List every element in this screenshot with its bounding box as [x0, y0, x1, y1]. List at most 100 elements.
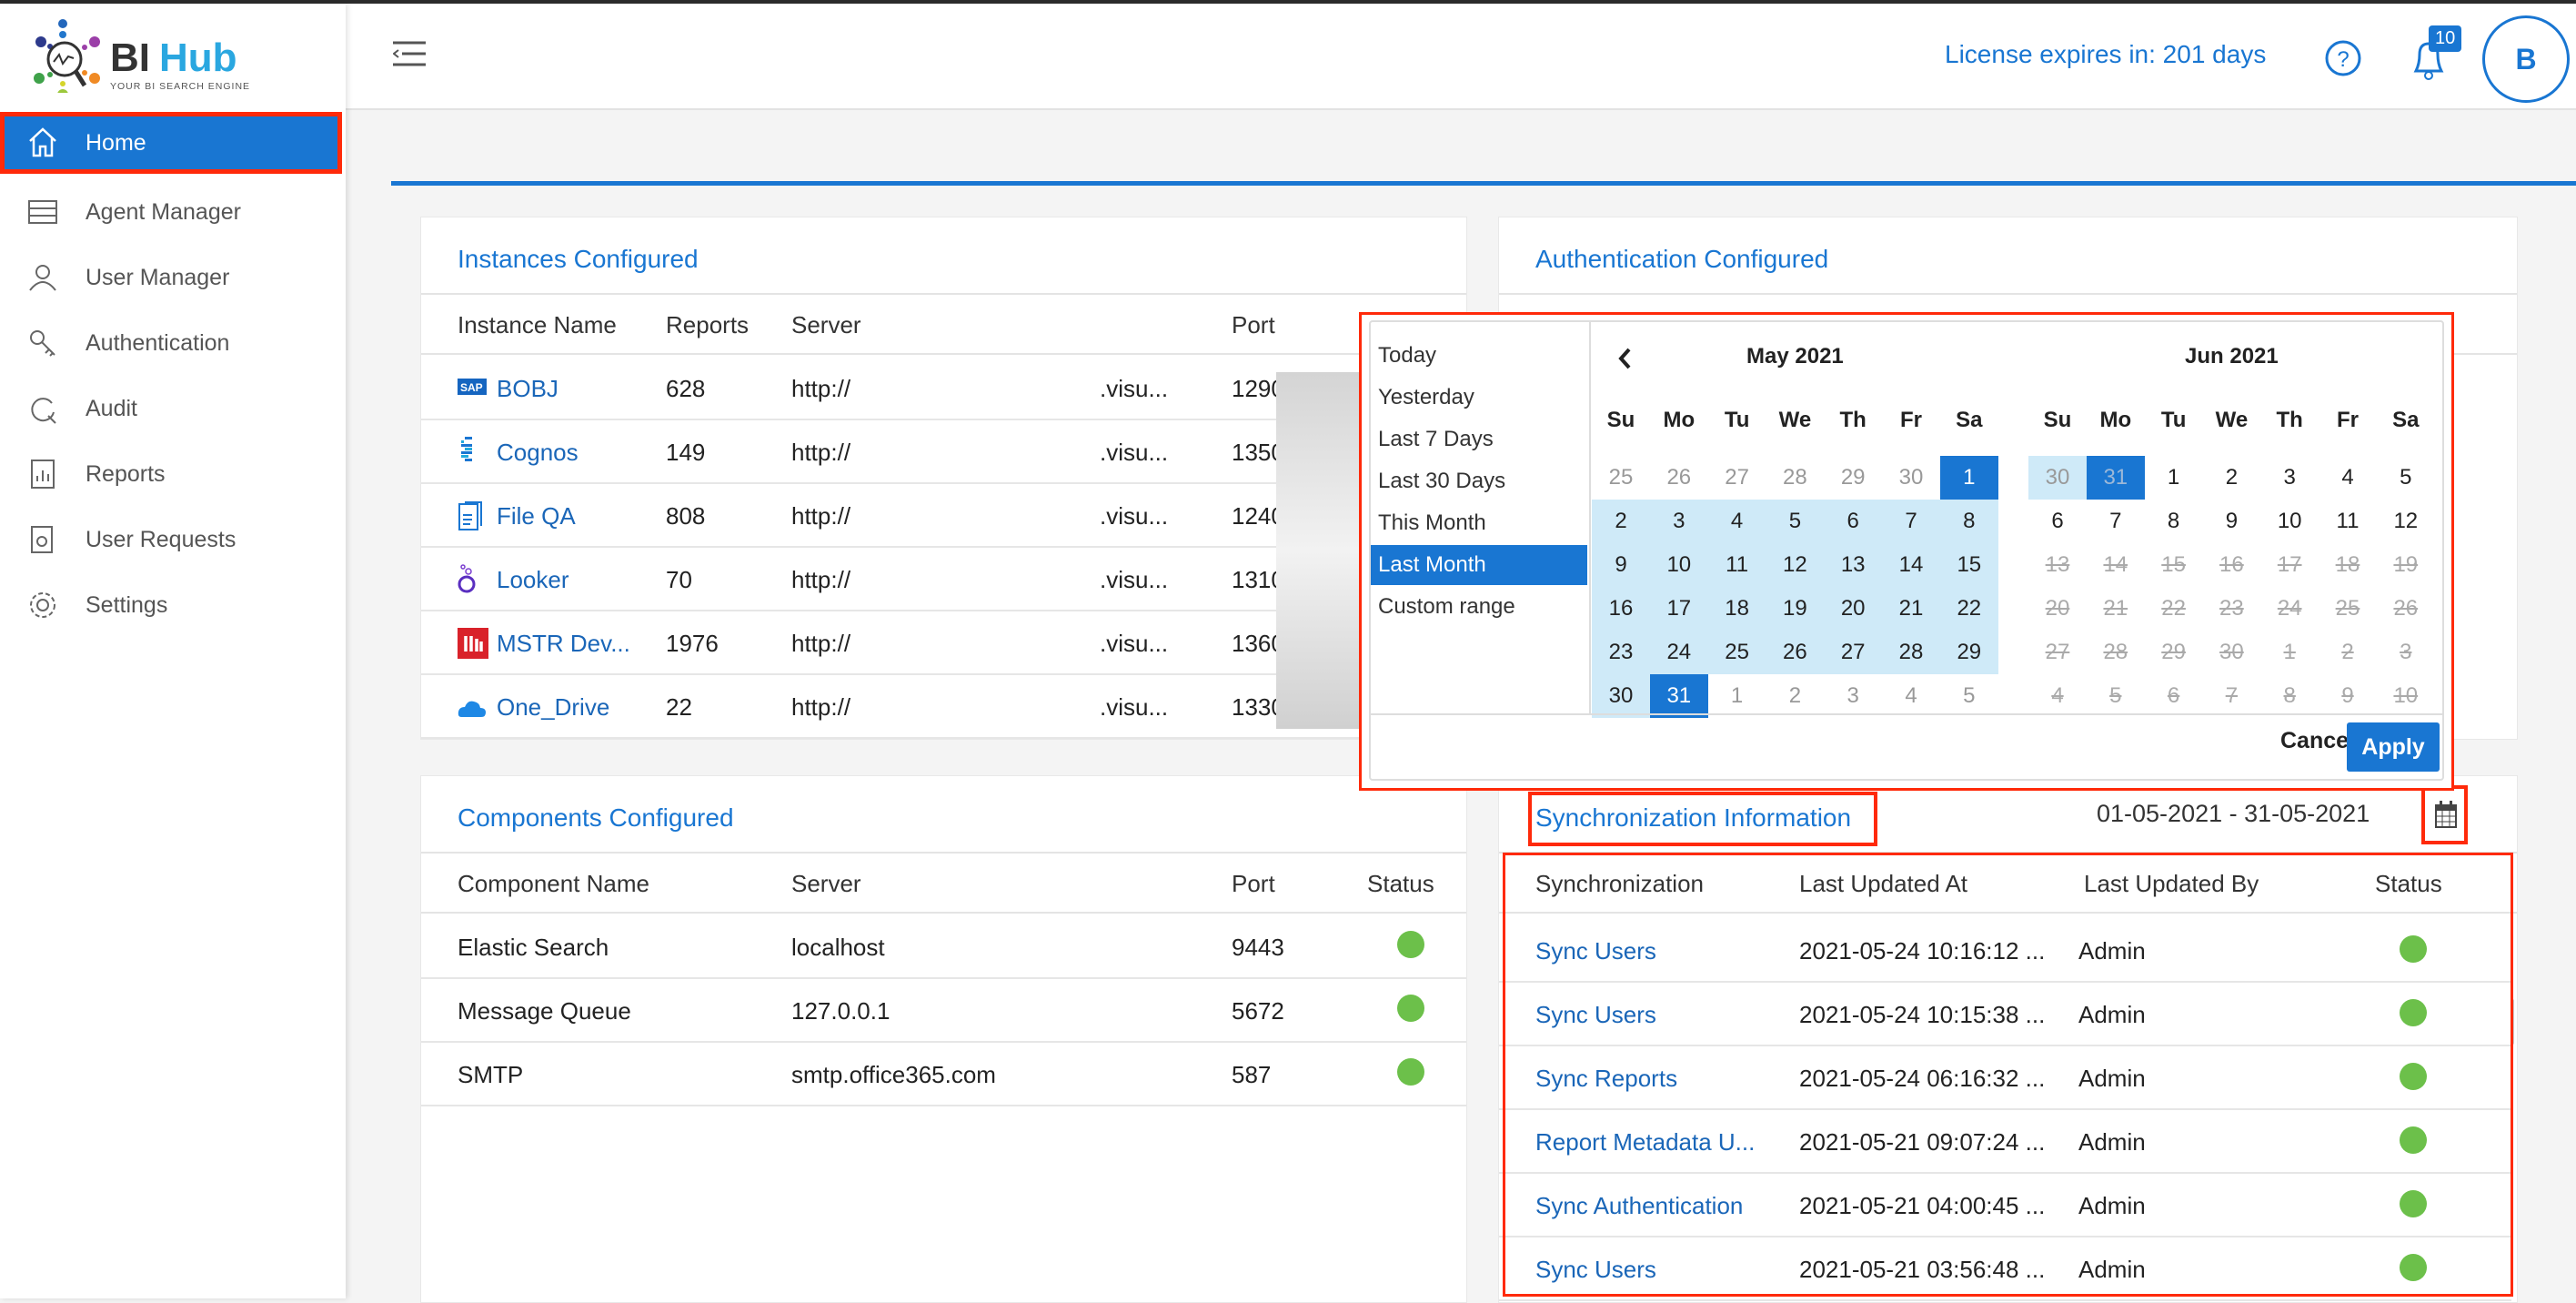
range-option-last-30-days[interactable]: Last 30 Days [1371, 461, 1587, 501]
range-option-today[interactable]: Today [1371, 336, 1587, 376]
calendar-day[interactable]: 24 [1649, 631, 1708, 674]
calendar-day[interactable]: 25 [1592, 456, 1650, 500]
sidebar-item-agent-manager[interactable]: Agent Manager [0, 181, 342, 243]
calendar-day[interactable]: 20 [1824, 587, 1883, 631]
calendar-day[interactable]: 21 [1882, 587, 1940, 631]
calendar-day[interactable]: 18 [1707, 587, 1766, 631]
calendar-day: 6 [2167, 683, 2180, 708]
calendar-day[interactable]: 4 [1882, 674, 1940, 718]
cancel-button[interactable]: Cancel [2280, 728, 2355, 754]
sidebar-item-settings[interactable]: Settings [0, 574, 342, 636]
calendar-day[interactable]: 8 [2145, 500, 2203, 543]
calendar-day[interactable]: 9 [1592, 543, 1650, 587]
calendar-day[interactable]: 27 [1708, 456, 1766, 500]
calendar-day[interactable]: 3 [1649, 500, 1708, 543]
sync-last-updated-at: 2021-05-21 04:00:45 ... [1799, 1192, 2046, 1219]
calendar-day[interactable]: 16 [1592, 587, 1650, 631]
apply-button[interactable]: Apply [2347, 722, 2440, 772]
instance-name-link[interactable]: File QA [497, 502, 576, 530]
calendar-day[interactable]: 9 [2202, 500, 2260, 543]
calendar-day[interactable]: 26 [1766, 631, 1825, 674]
calendar-day: 7 [2225, 683, 2239, 708]
weekday-label: Sa [1956, 408, 1983, 432]
calendar-day[interactable]: 22 [1939, 587, 1998, 631]
range-option-custom-range[interactable]: Custom range [1371, 587, 1587, 627]
calendar-day[interactable]: 29 [1939, 631, 1998, 674]
calendar-day[interactable]: 27 [1824, 631, 1883, 674]
instance-name-link[interactable]: BOBJ [497, 375, 558, 403]
calendar-day[interactable]: 1 [1708, 674, 1766, 718]
range-option-last-7-days[interactable]: Last 7 Days [1371, 419, 1587, 460]
calendar-day[interactable]: 30 [2028, 456, 2087, 500]
calendar-day[interactable]: 5 [2377, 456, 2435, 500]
user-avatar[interactable]: B [2482, 15, 2570, 103]
prev-month-icon[interactable] [1616, 346, 1635, 376]
calendar-day[interactable]: 26 [1650, 456, 1708, 500]
instance-name-link[interactable]: Looker [497, 566, 569, 594]
calendar-day[interactable]: 4 [2319, 456, 2377, 500]
calendar-day[interactable]: 12 [1766, 543, 1825, 587]
sap-icon: SAP [458, 373, 488, 409]
bihub-logo[interactable]: BI Hub YOUR BI SEARCH ENGINE [23, 16, 259, 100]
calendar-day[interactable]: 28 [1766, 456, 1824, 500]
calendar-day[interactable]: 29 [1824, 456, 1882, 500]
calendar-day[interactable]: 23 [1592, 631, 1650, 674]
calendar-day[interactable]: 14 [1882, 543, 1940, 587]
sync-name-link[interactable]: Report Metadata U... [1535, 1128, 1755, 1157]
calendar-day[interactable]: 2 [1592, 500, 1650, 543]
calendar-day[interactable]: 2 [2202, 456, 2260, 500]
help-icon[interactable]: ? [2324, 39, 2362, 82]
sidebar-item-reports[interactable]: Reports [0, 443, 342, 505]
calendar-day[interactable]: 3 [1824, 674, 1882, 718]
calendar-day[interactable]: 13 [1824, 543, 1883, 587]
calendar-day[interactable]: 10 [2260, 500, 2319, 543]
instance-name-link[interactable]: Cognos [497, 439, 579, 467]
sync-name-link[interactable]: Sync Users [1535, 937, 1656, 965]
calendar-icon[interactable] [2434, 800, 2458, 833]
sidebar-item-audit[interactable]: Audit [0, 378, 342, 439]
calendar-day[interactable]: 1 [1939, 456, 1998, 500]
calendar-day[interactable]: 7 [2087, 500, 2145, 543]
calendar-day[interactable]: 17 [1649, 587, 1708, 631]
calendar-day[interactable]: 10 [1649, 543, 1708, 587]
calendar-day[interactable]: 6 [2028, 500, 2087, 543]
calendar-day[interactable]: 6 [1824, 500, 1883, 543]
sidebar-item-home[interactable]: Home [0, 112, 342, 174]
calendar-day[interactable]: 11 [1707, 543, 1766, 587]
calendar-day[interactable]: 25 [1707, 631, 1766, 674]
calendar-day[interactable]: 5 [1766, 500, 1825, 543]
range-option-this-month[interactable]: This Month [1371, 503, 1587, 543]
calendar-day[interactable]: 2 [1766, 674, 1824, 718]
sidebar-item-user-requests[interactable]: User Requests [0, 509, 342, 571]
sidebar-item-authentication[interactable]: Authentication [0, 312, 342, 374]
calendar-day[interactable]: 12 [2377, 500, 2435, 543]
calendar-day[interactable]: 3 [2260, 456, 2319, 500]
instance-server-start: http:// [791, 375, 851, 402]
calendar-day[interactable]: 8 [1939, 500, 1998, 543]
calendar-day[interactable]: 11 [2319, 500, 2377, 543]
calendar-day[interactable]: 31 [2086, 456, 2145, 500]
calendar-day[interactable]: 28 [1882, 631, 1940, 674]
sync-scrollbar[interactable] [2511, 999, 2514, 1045]
calendar-day[interactable]: 4 [1707, 500, 1766, 543]
sync-row: Sync Users 2021-05-24 10:16:12 ... Admin [1499, 919, 2511, 983]
calendar-day[interactable]: 30 [1882, 456, 1940, 500]
calendar-day[interactable]: 7 [1882, 500, 1940, 543]
sync-name-link[interactable]: Sync Authentication [1535, 1192, 1743, 1220]
sync-name-link[interactable]: Sync Users [1535, 1001, 1656, 1029]
calendar-day[interactable]: 19 [1766, 587, 1825, 631]
menu-toggle-icon[interactable] [392, 40, 426, 72]
instance-name-link[interactable]: One_Drive [497, 693, 609, 722]
calendar-day[interactable]: 30 [1592, 674, 1650, 718]
instance-name-link[interactable]: MSTR Dev... [497, 630, 630, 658]
range-option-last-month[interactable]: Last Month [1371, 545, 1587, 585]
calendar-day[interactable]: 1 [2145, 456, 2203, 500]
calendar-day[interactable]: 5 [1940, 674, 1998, 718]
calendar-day[interactable]: 15 [1939, 543, 1998, 587]
calendar-day[interactable]: 31 [1649, 674, 1708, 718]
sidebar-item-user-manager[interactable]: User Manager [0, 247, 342, 308]
range-option-yesterday[interactable]: Yesterday [1371, 378, 1587, 418]
sync-card: Synchronization Information 01-05-2021 -… [1498, 775, 2518, 1303]
sync-name-link[interactable]: Sync Reports [1535, 1065, 1677, 1093]
sync-name-link[interactable]: Sync Users [1535, 1256, 1656, 1284]
